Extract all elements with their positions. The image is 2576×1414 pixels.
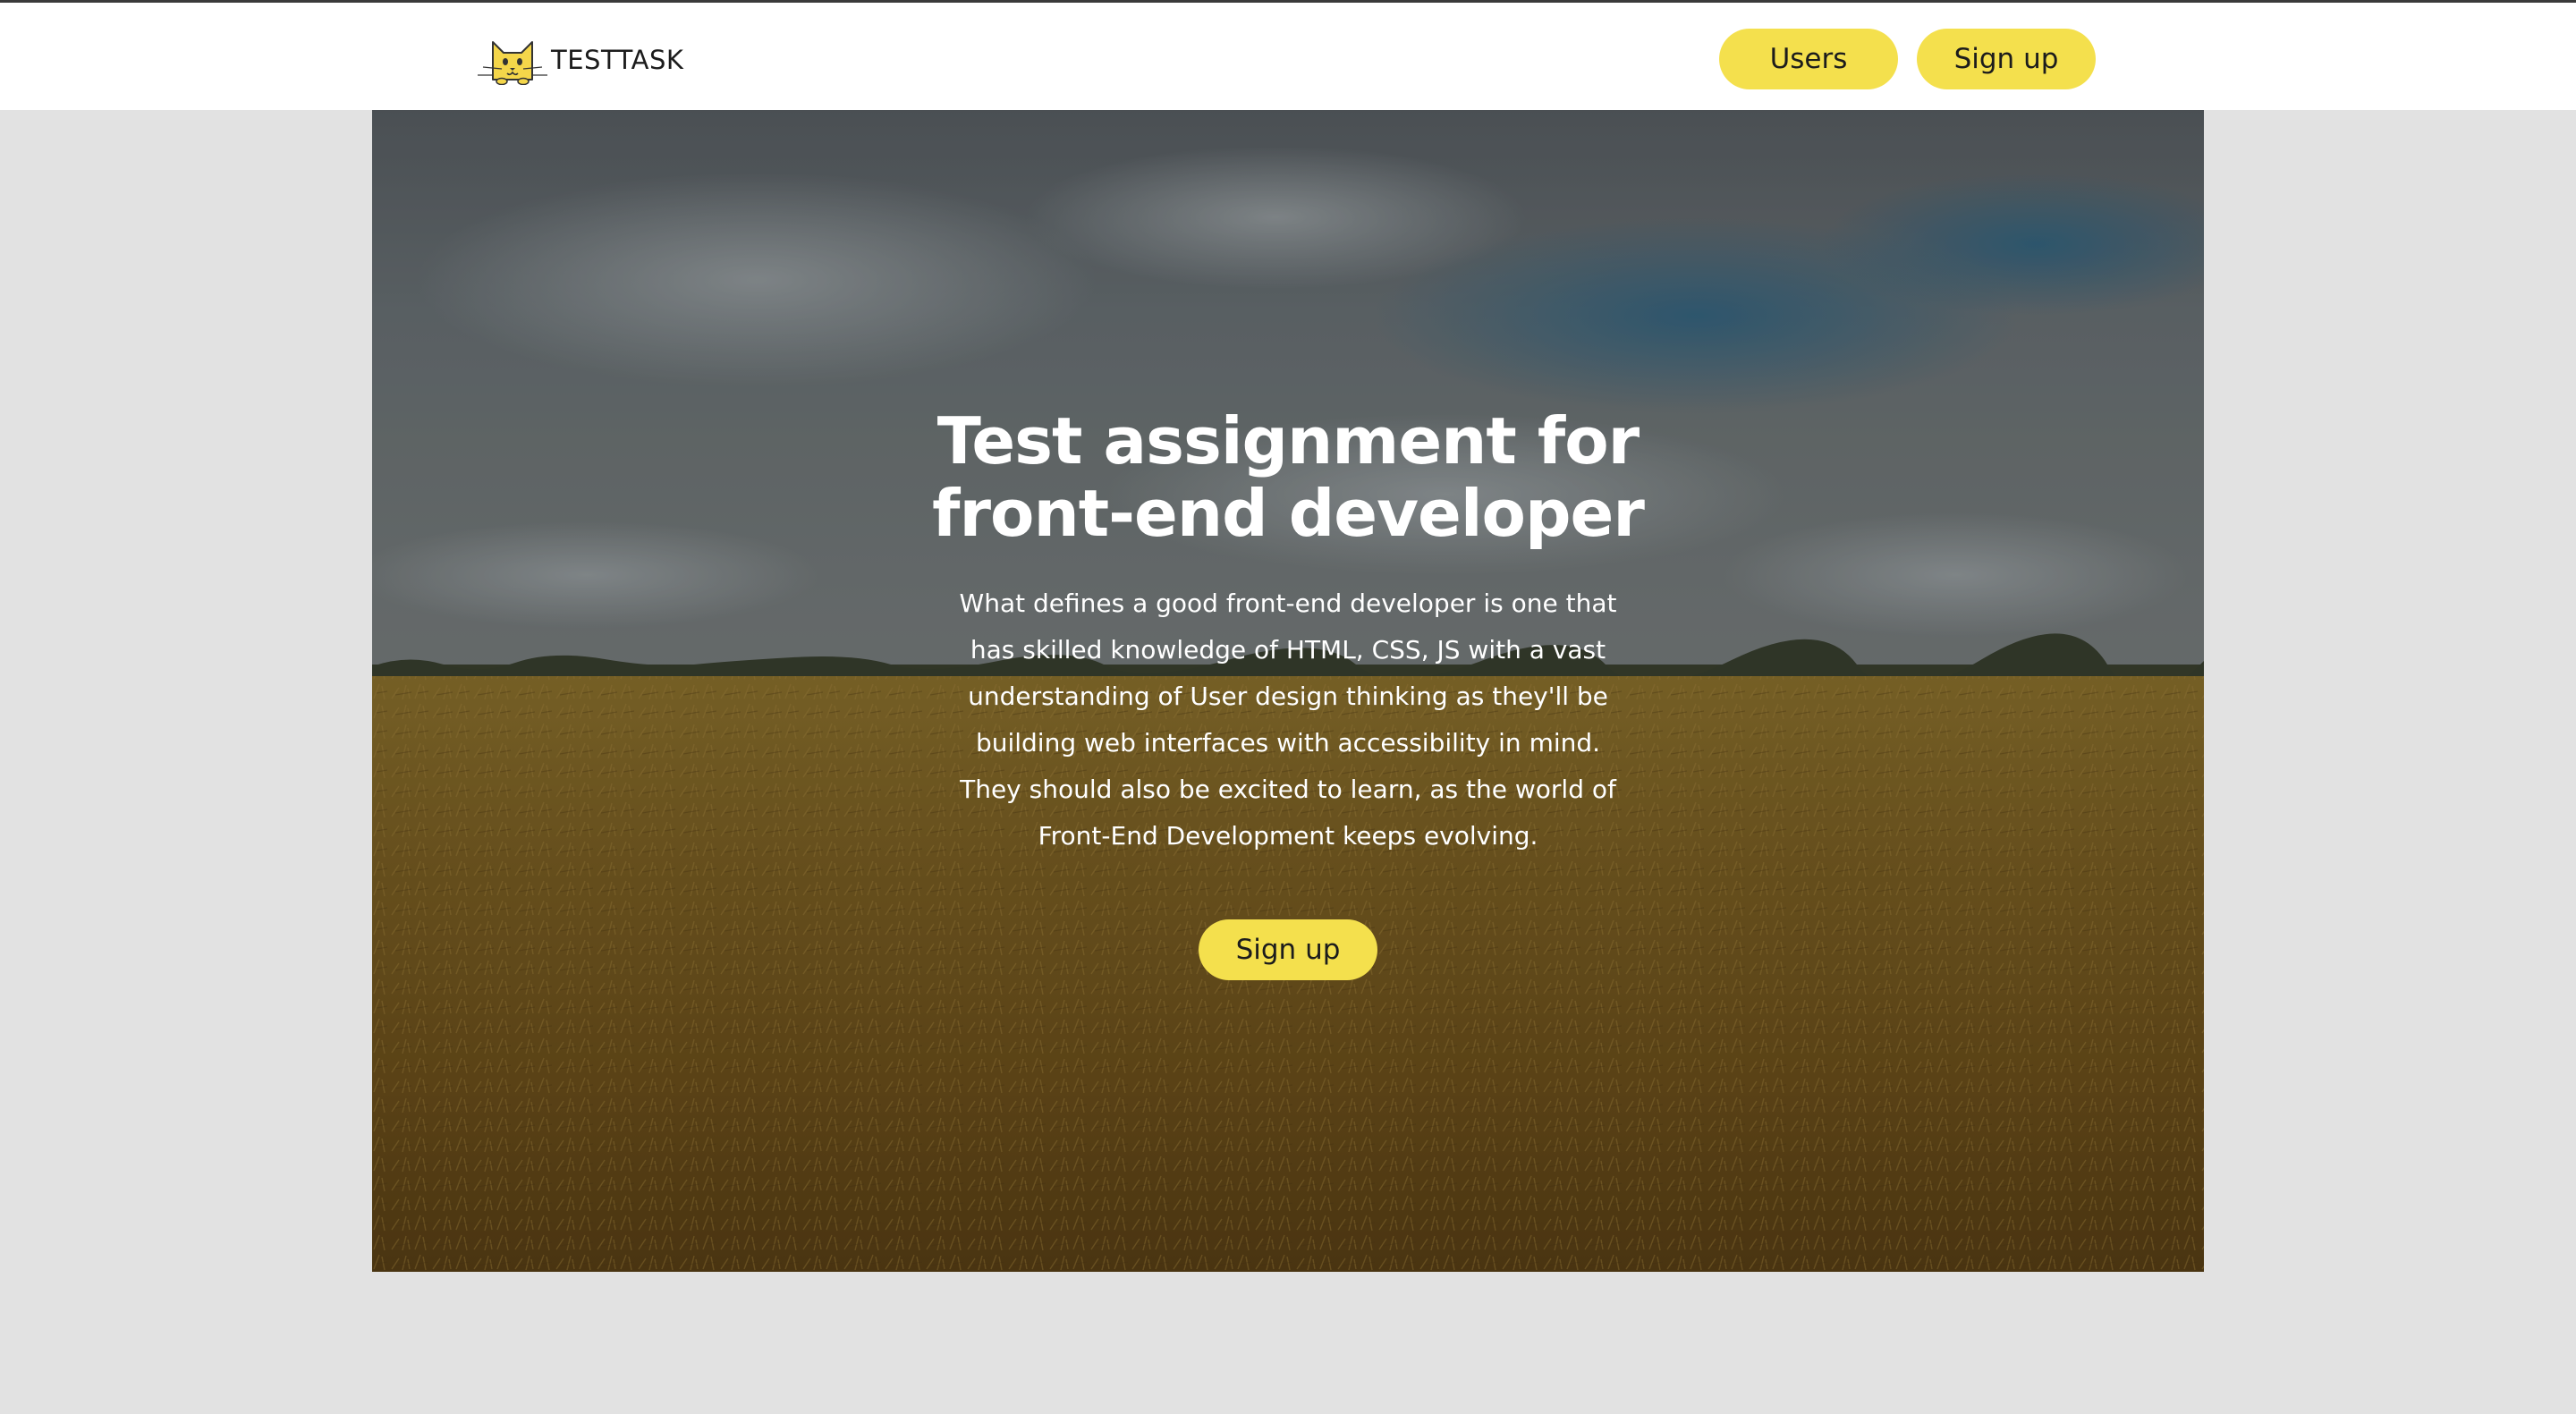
users-button[interactable]: Users: [1719, 29, 1898, 89]
logo-link[interactable]: TESTTASK: [478, 33, 683, 85]
hero-description-line: building web interfaces with accessibili…: [975, 728, 1601, 758]
hero-description-line: Front-End Development keeps evolving.: [1038, 821, 1538, 851]
header-signup-button[interactable]: Sign up: [1917, 29, 2096, 89]
hero-section: Test assignment for front-end developer …: [372, 110, 2204, 1272]
hero-title-line-2: front-end developer: [932, 476, 1645, 551]
cat-icon: [478, 41, 547, 85]
hero-description-line: What defines a good front-end developer …: [959, 588, 1617, 618]
hero-title-line-1: Test assignment for: [936, 403, 1640, 478]
hero-description-line: They should also be excited to learn, as…: [960, 775, 1616, 804]
hero-signup-button[interactable]: Sign up: [1199, 919, 1377, 980]
hero-title: Test assignment for front-end developer: [841, 405, 1735, 550]
hero-description: What defines a good front-end developer …: [930, 580, 1646, 859]
hero-description-line: has skilled knowledge of HTML, CSS, JS w…: [970, 635, 1606, 665]
logo-text: TESTTASK: [551, 45, 684, 75]
site-header: TESTTASK Users Sign up: [0, 0, 2576, 110]
hero-content: Test assignment for front-end developer …: [372, 110, 2204, 1272]
hero-description-line: understanding of User design thinking as…: [968, 682, 1608, 711]
header-nav: Users Sign up: [1719, 29, 2096, 89]
